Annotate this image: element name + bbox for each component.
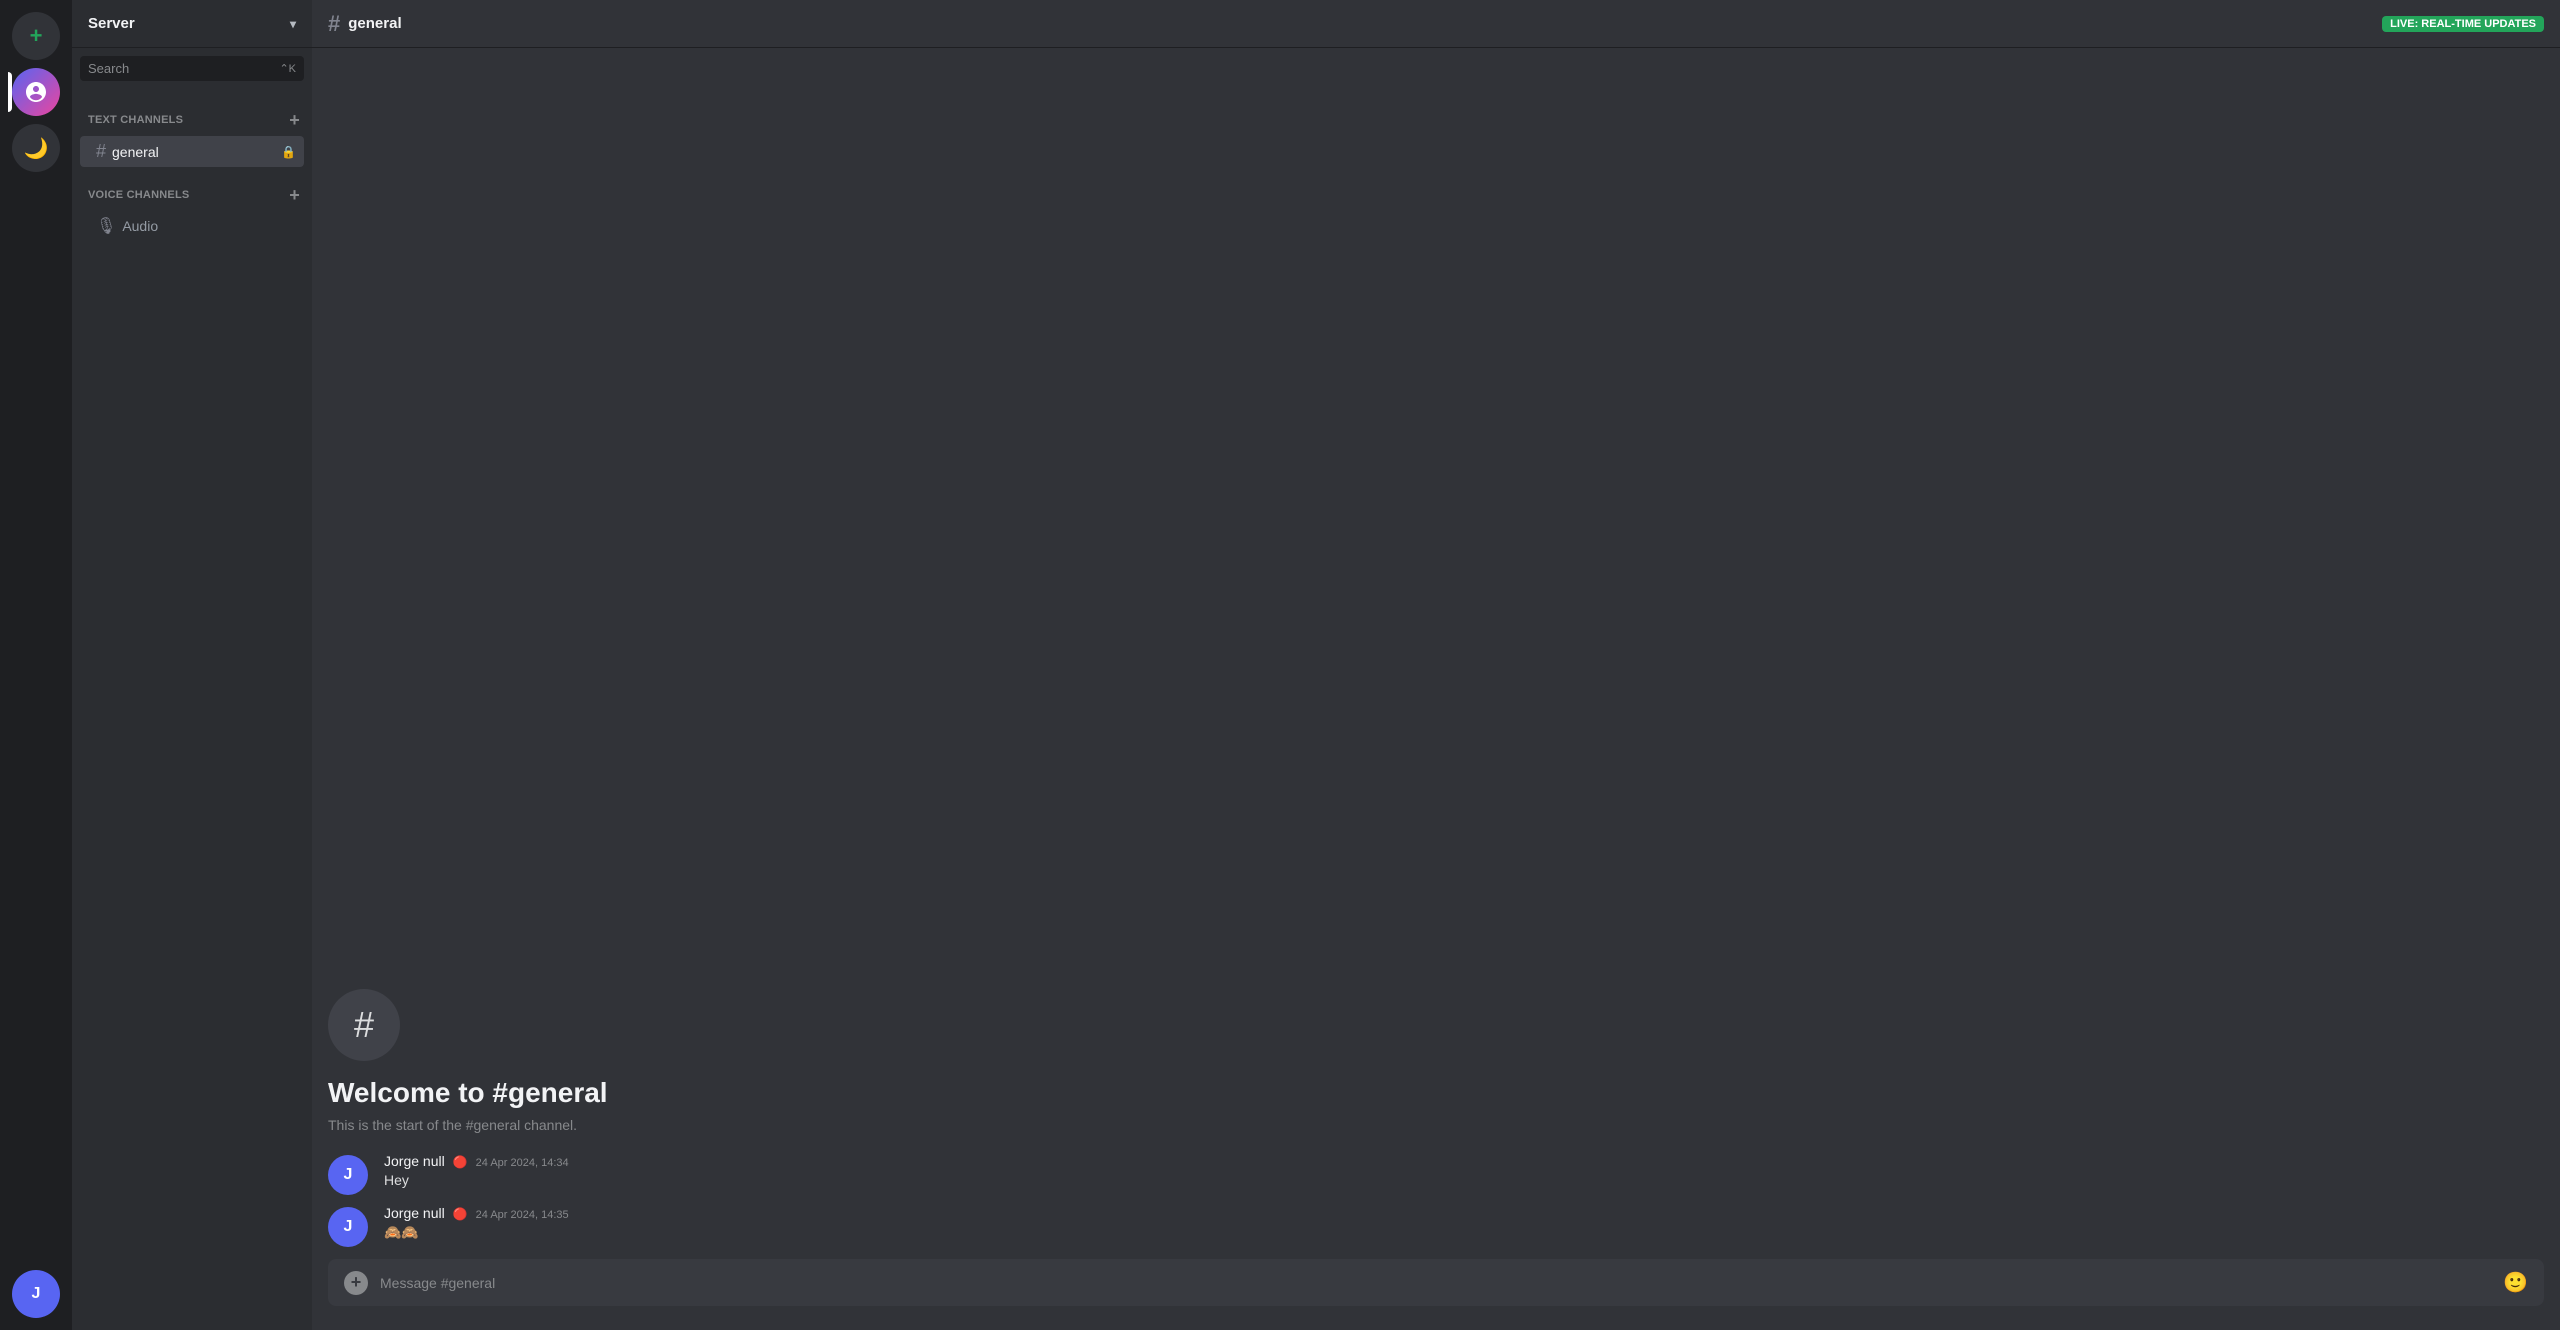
message-text: Hey [384,1171,2544,1190]
add-text-channel-button[interactable]: + [285,109,304,131]
voice-channels-section-header: VOICE CHANNELS + [72,168,312,210]
server-title: Server [88,15,135,32]
chat-header: # general Live: Real-time updates [312,0,2560,48]
avatar: J [328,1207,368,1247]
main-content: # general Live: Real-time updates # Welc… [312,0,2560,1330]
text-channels-label: TEXT CHANNELS [88,114,183,126]
table-row: J Jorge null 🔴 24 Apr 2024, 14:34 Hey [328,1149,2544,1199]
message-author: Jorge null [384,1153,445,1169]
server-list: + 🌙 J [0,0,72,1330]
message-meta: Jorge null 🔴 24 Apr 2024, 14:35 [384,1205,2544,1221]
active-indicator [8,72,12,112]
welcome-hash-icon: # [354,1004,374,1046]
add-server-button[interactable]: + [12,12,60,60]
search-bar[interactable]: Search ⌃K [80,56,304,81]
text-channels-section-header: TEXT CHANNELS + [72,93,312,135]
add-voice-channel-button[interactable]: + [285,184,304,206]
channel-welcome: # Welcome to #general This is the start … [328,969,2544,1149]
channel-item-audio[interactable]: 🎙 Audio [80,211,304,241]
message-input-container: + 🙂 [312,1259,2560,1330]
hash-icon: # [96,141,106,162]
message-content: Jorge null 🔴 24 Apr 2024, 14:35 🙈🙈 [384,1205,2544,1247]
message-input-box: + 🙂 [328,1259,2544,1306]
voice-channels-label: VOICE CHANNELS [88,189,189,201]
welcome-title: Welcome to #general [328,1077,2544,1109]
status-badge: 🔴 [453,1155,468,1169]
message-timestamp: 24 Apr 2024, 14:35 [476,1209,569,1221]
message-text: 🙈🙈 [384,1223,2544,1242]
chevron-down-icon: ▾ [290,17,296,31]
emoji-button[interactable]: 🙂 [2503,1270,2528,1295]
message-timestamp: 24 Apr 2024, 14:34 [476,1157,569,1169]
microphone-icon: 🎙 [96,216,116,236]
moon-button[interactable]: 🌙 [12,124,60,172]
live-badge: Live: Real-time updates [2382,16,2544,32]
channel-name-audio: Audio [122,218,296,234]
welcome-icon-circle: # [328,989,400,1061]
user-icon[interactable]: J [12,1270,60,1318]
message-input[interactable] [380,1275,2491,1291]
welcome-description: This is the start of the #general channe… [328,1117,2544,1133]
messages-list: J Jorge null 🔴 24 Apr 2024, 14:34 Hey J [328,1149,2544,1259]
server-logo-icon [24,80,48,104]
lock-icon: 🔒 [281,145,296,159]
avatar: J [328,1155,368,1195]
message-author: Jorge null [384,1205,445,1221]
add-attachment-button[interactable]: + [344,1271,368,1295]
search-shortcut: ⌃K [279,62,296,75]
message-meta: Jorge null 🔴 24 Apr 2024, 14:34 [384,1153,2544,1169]
channel-item-general[interactable]: # general 🔒 [80,136,304,167]
server-icon-main[interactable] [12,68,60,116]
channel-hash-icon: # [328,11,340,37]
search-text: Search [88,61,273,76]
server-header[interactable]: Server ▾ [72,0,312,48]
channel-name-general: general [112,144,275,160]
status-badge: 🔴 [453,1207,468,1221]
table-row: J Jorge null 🔴 24 Apr 2024, 14:35 🙈🙈 [328,1201,2544,1251]
channel-header-name: general [348,15,401,32]
channel-sidebar: Server ▾ Search ⌃K TEXT CHANNELS + # gen… [72,0,312,1330]
message-content: Jorge null 🔴 24 Apr 2024, 14:34 Hey [384,1153,2544,1195]
messages-container: # Welcome to #general This is the start … [312,48,2560,1259]
channels-container: TEXT CHANNELS + # general 🔒 VOICE CHANNE… [72,85,312,1330]
